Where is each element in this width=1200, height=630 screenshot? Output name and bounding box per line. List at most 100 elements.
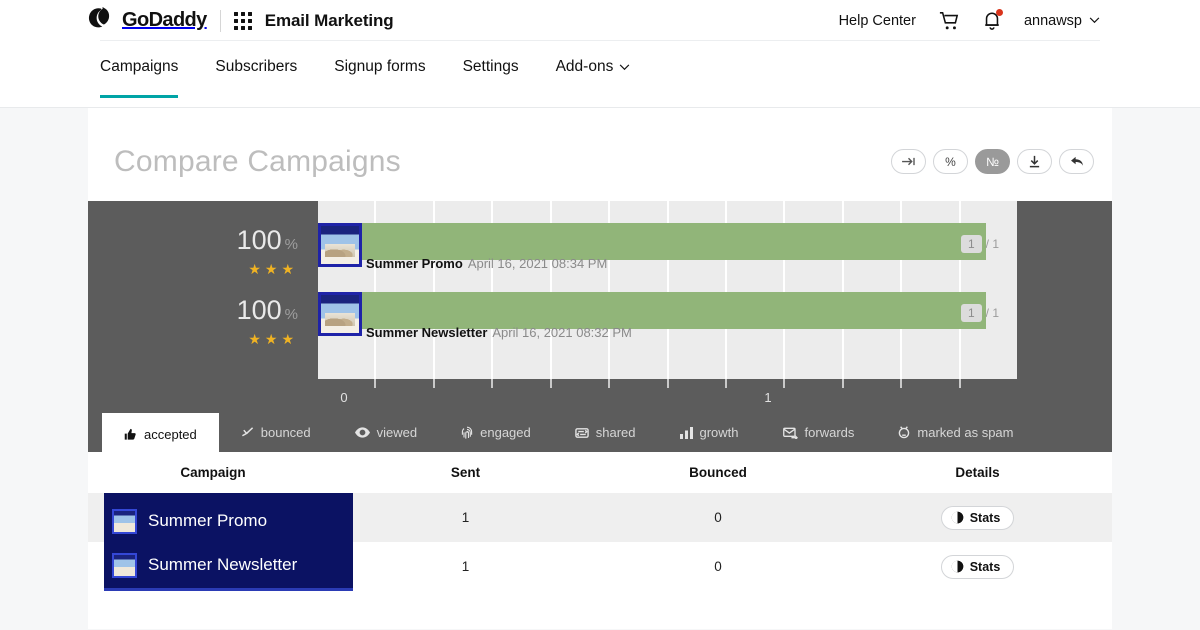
bar-count: 1 / 1 — [960, 304, 999, 322]
nav-item-campaigns[interactable]: Campaigns — [100, 41, 179, 98]
app-title: Email Marketing — [264, 10, 394, 30]
help-center-link[interactable]: Help Center — [839, 13, 916, 29]
account-name-label: annawsp — [1023, 12, 1082, 29]
bar-label: Summer Promo April 16, 2021 08:34 PM — [366, 256, 607, 271]
percent-unit: % — [284, 236, 298, 253]
campaign-entry-summer-promo[interactable]: Summer Promo — [112, 499, 353, 543]
tab-growth[interactable]: growth — [658, 413, 761, 452]
cell-details: Stats — [843, 554, 1112, 579]
plot-area: Summer Promo April 16, 2021 08:34 PM 1 / … — [318, 201, 1017, 379]
comparison-chart: 100% ★★★ 100% ★★★ Summer Promo April 16,… — [88, 201, 1112, 413]
stat-block: 100% ★★★ — [88, 225, 318, 295]
brand-group: GoDaddy Email Marketing — [88, 6, 394, 34]
tab-marked-as-spam[interactable]: marked as spam — [876, 413, 1035, 452]
tab-label: engaged — [480, 425, 531, 440]
cell-bounced: 0 — [714, 559, 722, 574]
tab-forwards[interactable]: forwards — [761, 413, 877, 452]
axis-tick-label: 0 — [340, 390, 348, 405]
tab-shared[interactable]: shared — [553, 413, 658, 452]
column-header-bounced: Bounced — [689, 465, 747, 480]
stats-button[interactable]: Stats — [940, 554, 1015, 579]
header-actions: Help Center annawsp — [839, 9, 1100, 31]
bar-label: Summer Newsletter April 16, 2021 08:32 PM — [366, 325, 632, 340]
table-header-row: Campaign Sent Bounced Details — [88, 452, 1112, 493]
percent-number: 100 — [236, 225, 282, 255]
nav-item-signup-forms[interactable]: Signup forms — [334, 41, 425, 98]
godaddy-logo-link[interactable]: GoDaddy — [88, 6, 207, 34]
campaign-thumbnail[interactable] — [318, 292, 362, 336]
bounce-arrow-icon — [241, 427, 253, 437]
pie-chart-icon — [951, 560, 963, 573]
column-header-campaign: Campaign — [180, 465, 246, 480]
download-button[interactable] — [1017, 149, 1052, 174]
count-total: / 1 — [985, 306, 999, 320]
metric-tabs: accepted bounced viewed engaged shared g… — [88, 410, 1112, 452]
chart-plot-panel: Summer Promo April 16, 2021 08:34 PM 1 / … — [318, 201, 1112, 413]
cell-bounced: 0 — [714, 510, 722, 525]
cell-details: Stats — [843, 505, 1112, 530]
header-divider — [219, 9, 221, 32]
bar-count: 1 / 1 — [960, 235, 999, 253]
page-canvas: Compare Campaigns % № 100% ★★★ 100 % ★★★… — [0, 108, 1200, 629]
expand-button[interactable] — [891, 149, 926, 174]
campaign-entry-summer-newsletter[interactable]: Summer Newsletter — [112, 543, 353, 587]
count-badge: 1 — [960, 235, 982, 253]
nav-label: Signup forms — [334, 58, 426, 75]
number-glyph: № — [986, 154, 999, 169]
bar-chart-icon — [679, 426, 693, 439]
campaign-name-label: Summer Promo — [148, 511, 268, 530]
nav-label: Add-ons — [555, 58, 614, 75]
forward-mail-icon — [782, 427, 798, 439]
cell-sent: 1 — [461, 510, 470, 525]
count-total: / 1 — [985, 237, 999, 251]
notification-bell-icon[interactable] — [982, 9, 1003, 31]
chart-toolbar: % № — [891, 149, 1094, 174]
apps-grid-icon[interactable] — [233, 11, 252, 30]
stat-block: 100% ★★★ — [88, 295, 318, 365]
stats-button-label: Stats — [969, 510, 1001, 525]
account-menu[interactable]: annawsp — [1024, 13, 1100, 29]
nav-item-subscribers[interactable]: Subscribers — [215, 41, 297, 98]
stats-button[interactable]: Stats — [940, 505, 1015, 530]
eye-icon — [354, 427, 370, 438]
campaign-thumbnail — [112, 552, 137, 578]
spam-icon — [899, 426, 910, 439]
tab-label: accepted — [144, 426, 197, 442]
column-header-details: Details — [955, 465, 1000, 480]
global-header: GoDaddy Email Marketing Help Center anna… — [0, 0, 1200, 41]
bar-campaign-name: Summer Promo — [366, 256, 463, 271]
title-row: Compare Campaigns % № — [88, 108, 1112, 193]
bar-accepted[interactable] — [344, 292, 986, 329]
chevron-down-icon — [1089, 17, 1100, 24]
compare-campaigns-card: Compare Campaigns % № 100% ★★★ 100 % ★★★… — [88, 108, 1112, 629]
back-button[interactable] — [1059, 149, 1094, 174]
nav-item-add-ons[interactable]: Add-ons — [556, 41, 631, 98]
tab-accepted[interactable]: accepted — [102, 410, 219, 452]
campaign-thumbnail[interactable] — [318, 223, 362, 267]
campaign-thumbnail — [112, 508, 137, 534]
percent-unit: % — [284, 306, 298, 323]
shopping-cart-icon[interactable] — [938, 11, 960, 31]
tab-label: viewed — [376, 425, 418, 440]
page-title: Compare Campaigns — [114, 144, 401, 178]
percent-value: 100% — [88, 295, 298, 330]
tab-label: forwards — [804, 425, 855, 440]
tab-bounced[interactable]: bounced — [219, 413, 333, 452]
percent-button[interactable]: % — [933, 149, 968, 174]
tab-label: shared — [595, 425, 636, 440]
tab-viewed[interactable]: viewed — [333, 413, 439, 452]
tab-label: bounced — [260, 425, 311, 440]
bar-campaign-date: April 16, 2021 08:34 PM — [467, 256, 608, 271]
godaddy-mark-icon — [88, 6, 116, 34]
number-button[interactable]: № — [975, 149, 1010, 174]
nav-item-settings[interactable]: Settings — [463, 41, 519, 98]
star-rating: ★★★ — [248, 261, 298, 277]
tab-engaged[interactable]: engaged — [439, 413, 553, 452]
nav-label: Settings — [462, 58, 519, 75]
share-icon — [574, 427, 589, 438]
percent-number: 100 — [236, 295, 282, 325]
selected-campaigns-panel: Summer Promo Summer Newsletter — [104, 493, 353, 591]
bar-accepted[interactable] — [344, 223, 986, 260]
axis-ticks — [318, 379, 1017, 413]
stats-button-label: Stats — [969, 559, 1001, 574]
